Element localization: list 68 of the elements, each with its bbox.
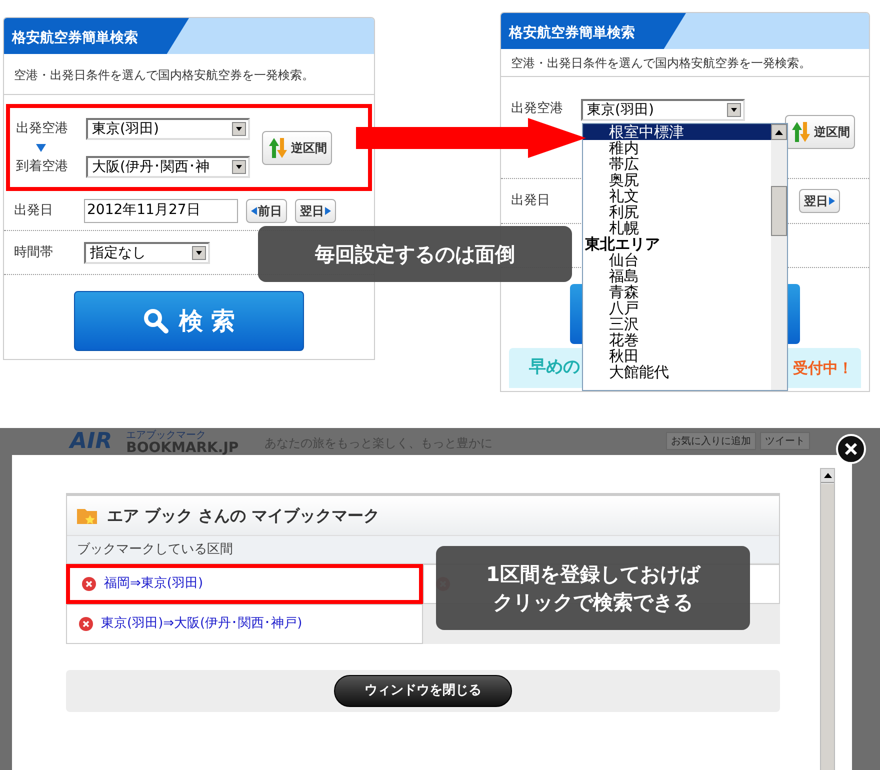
callout-text: 毎回設定するのは面倒 [315,241,515,268]
scroll-thumb[interactable] [771,186,787,236]
departure-select[interactable]: 東京(羽田) [86,118,250,140]
date-field[interactable]: 2012年11月27日 [84,198,238,222]
panel-title: 格安航空券簡単検索 [12,28,138,48]
right-triangle-icon [325,206,331,214]
next-day-button[interactable]: 翌日 [295,198,336,222]
close-window-button[interactable]: ウィンドウを閉じる [334,675,512,707]
dropdown-option[interactable]: 秋田 [583,348,771,364]
field-label: 出発空港 [16,120,69,138]
scrollbar[interactable] [820,468,835,770]
dropdown-option[interactable]: 奥尻 [583,172,771,188]
field-label: 出発日 [14,202,54,220]
dropdown-option[interactable]: 三沢 [583,316,771,332]
site-logo-text: BOOKMARK.JP [126,441,239,455]
dropdown-option[interactable]: 仙台 [583,252,771,268]
scroll-up-icon[interactable] [771,124,787,140]
down-triangle-icon [36,144,46,152]
dropdown-option[interactable]: 青森 [583,284,771,300]
next-day-button[interactable]: 翌日 [799,189,840,213]
time-select[interactable]: 指定なし [84,242,210,264]
section-subheader: ブックマークしている区間 [77,540,233,559]
bookmark-link[interactable]: 福岡⇒東京(羽田) [66,564,423,604]
dropdown-group-label[interactable]: 東北エリア [583,236,771,252]
previous-day-button[interactable]: 前日 [246,198,287,222]
callout-text: 1区間を登録しておけば [486,561,700,588]
left-triangle-icon [251,206,257,214]
reverse-route-button[interactable]: 逆区間 [785,115,855,149]
banner-text: 早めの [529,356,580,380]
site-share-button[interactable]: お気に入りに追加 [666,432,756,450]
dropdown-option[interactable]: 帯広 [583,156,771,172]
dropdown-option[interactable]: 礼文 [583,188,771,204]
reverse-route-button[interactable]: 逆区間 [262,130,332,164]
close-icon[interactable] [836,434,866,464]
folder-star-icon [77,506,99,524]
bookmark-link[interactable]: 東京(羽田)⇒大阪(伊丹･関西･神戸) [66,604,423,644]
dropdown-option[interactable]: 大館能代 [583,364,771,380]
search-icon [142,308,169,334]
dropdown-option[interactable]: 根室中標津 [583,124,771,140]
swap-arrows-icon [790,120,812,144]
field-label: 出発空港 [511,100,564,118]
site-logo-subtitle: エアブックマーク [126,430,208,441]
departure-select[interactable]: 東京(羽田) [581,99,745,121]
delete-icon[interactable] [82,577,96,591]
arrival-select[interactable]: 大阪(伊丹･関西･神 [86,156,250,178]
modal-title: エア ブック さんの マイブックマーク [107,504,380,526]
swap-arrows-icon [267,136,289,160]
panel-description: 空港・出発日条件を選んで国内格安航空券を一発検索。 [511,54,811,72]
site-share-button[interactable]: ツイート [760,432,810,450]
right-triangle-icon [829,197,835,205]
panel-title: 格安航空券簡単検索 [509,24,635,43]
scroll-up-icon[interactable] [824,473,832,478]
dropdown-option[interactable]: 八戸 [583,300,771,316]
dropdown-option[interactable]: 札幌 [583,220,771,236]
search-button[interactable]: 検 索 [74,291,304,351]
dropdown-option[interactable]: 稚内 [583,140,771,156]
banner-text: 受付中！ [793,358,853,379]
scroll-thumb[interactable] [821,484,834,770]
delete-icon[interactable] [79,617,93,631]
scrollbar[interactable] [771,124,787,390]
dropdown-option[interactable]: 花巻 [583,332,771,348]
field-label: 到着空港 [16,158,69,176]
callout-text: クリックで検索できる [493,589,693,616]
field-label: 出発日 [511,192,551,210]
dropdown-option[interactable]: 福島 [583,268,771,284]
dropdown-option[interactable]: 利尻 [583,204,771,220]
field-label: 時間帯 [14,244,54,262]
panel-description: 空港・出発日条件を選んで国内格安航空券を一発検索。 [14,68,314,82]
